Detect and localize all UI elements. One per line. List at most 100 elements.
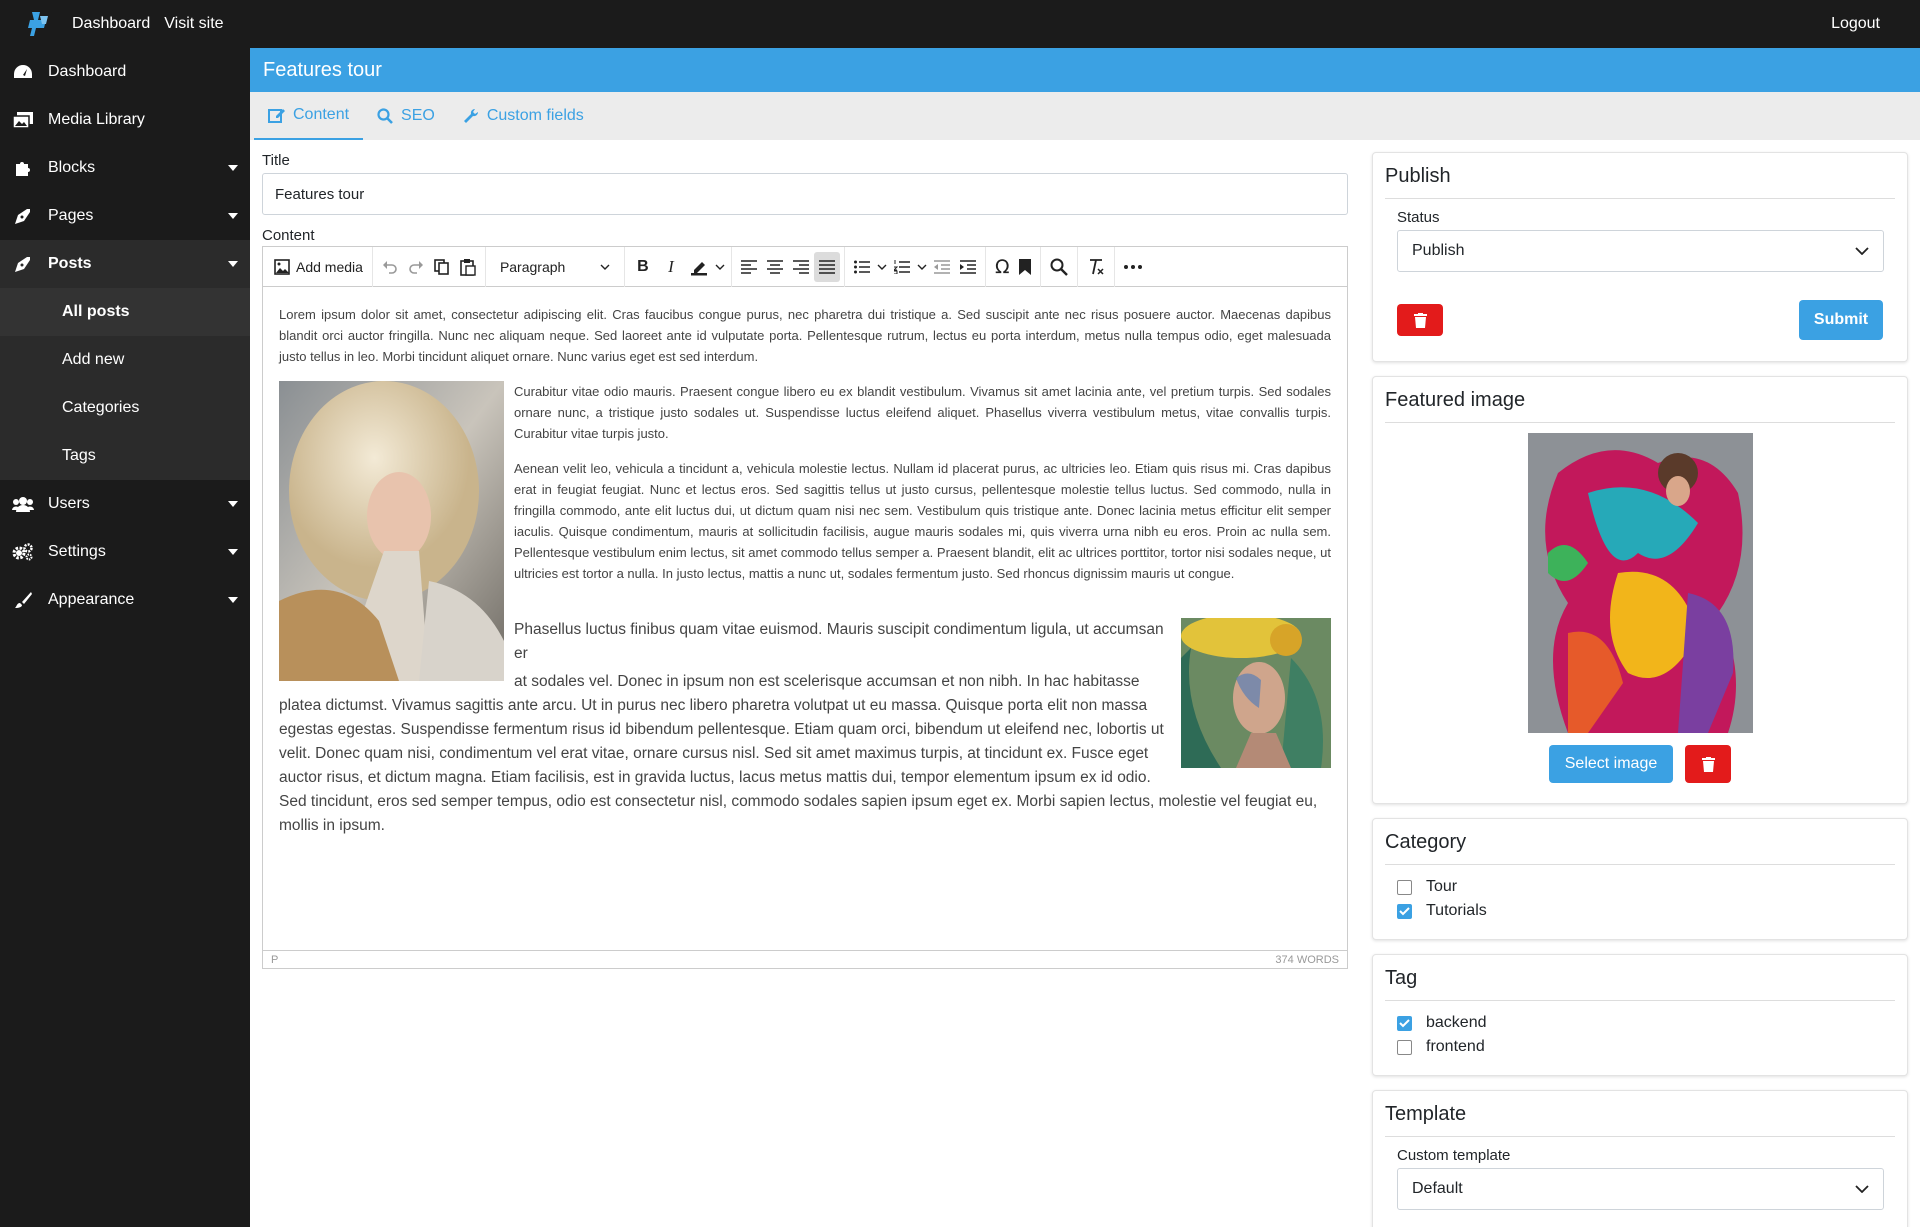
- align-right-icon[interactable]: [788, 252, 814, 282]
- checkbox[interactable]: [1397, 1015, 1412, 1031]
- title-input[interactable]: [262, 173, 1348, 215]
- posts-submenu: All posts Add new Categories Tags: [0, 288, 250, 480]
- undo-icon[interactable]: [377, 252, 403, 282]
- template-title: Template: [1385, 1103, 1895, 1137]
- sidebar-item-users[interactable]: Users: [0, 480, 250, 528]
- sidebar-subitem-tags[interactable]: Tags: [0, 432, 250, 480]
- sidebar-subitem-add-new[interactable]: Add new: [0, 336, 250, 384]
- checkbox-label: Tour: [1426, 878, 1458, 895]
- tab-custom-fields[interactable]: Custom fields: [449, 92, 598, 140]
- tag-checkbox-backend[interactable]: backend: [1397, 1011, 1895, 1035]
- image-icon: [274, 258, 290, 275]
- redo-icon[interactable]: [403, 252, 429, 282]
- more-icon[interactable]: [1119, 252, 1147, 282]
- search-icon: [377, 108, 393, 124]
- bullet-list-icon[interactable]: [849, 252, 875, 282]
- element-path[interactable]: P: [271, 954, 278, 966]
- sidebar-subitem-all-posts[interactable]: All posts: [0, 288, 250, 336]
- app-logo-icon[interactable]: [24, 9, 54, 39]
- tab-label: SEO: [401, 107, 435, 124]
- outdent-icon[interactable]: [929, 252, 955, 282]
- sidebar: Dashboard Media Library Blocks Pages Pos…: [0, 48, 250, 1227]
- category-checkbox-tutorials[interactable]: Tutorials: [1397, 899, 1895, 923]
- tachometer-icon: [12, 63, 34, 81]
- sidebar-item-dashboard[interactable]: Dashboard: [0, 48, 250, 96]
- chevron-down-icon[interactable]: [713, 252, 727, 282]
- publish-card: Publish Status Publish Submit: [1372, 152, 1908, 362]
- custom-template-label: Custom template: [1397, 1147, 1511, 1164]
- title-label: Title: [262, 152, 290, 169]
- italic-icon[interactable]: I: [657, 252, 685, 282]
- sidebar-item-pages[interactable]: Pages: [0, 192, 250, 240]
- category-checkbox-tour[interactable]: Tour: [1397, 875, 1895, 899]
- numbered-list-icon[interactable]: [889, 252, 915, 282]
- delete-post-button[interactable]: [1397, 304, 1443, 336]
- chevron-down-icon: [228, 261, 238, 267]
- tab-content[interactable]: Content: [254, 92, 364, 140]
- sidebar-item-appearance[interactable]: Appearance: [0, 576, 250, 624]
- wrench-icon: [463, 108, 478, 123]
- toolbar-divider: [623, 246, 625, 287]
- checkbox[interactable]: [1397, 903, 1412, 919]
- tag-card: Tag backend frontend: [1372, 954, 1908, 1076]
- select-image-button[interactable]: Select image: [1549, 745, 1673, 783]
- sidebar-item-posts[interactable]: Posts: [0, 240, 250, 288]
- align-left-icon[interactable]: [736, 252, 762, 282]
- chevron-down-icon: [1855, 1185, 1869, 1193]
- featured-image[interactable]: [1527, 433, 1753, 733]
- checkbox[interactable]: [1397, 879, 1412, 895]
- add-media-button[interactable]: Add media: [269, 252, 368, 282]
- highlight-icon[interactable]: [685, 252, 713, 282]
- sidebar-item-settings[interactable]: Settings: [0, 528, 250, 576]
- portrait-image-1[interactable]: [279, 381, 504, 681]
- toolbar-divider: [730, 246, 732, 287]
- top-dashboard-link[interactable]: Dashboard: [72, 15, 150, 33]
- status-select[interactable]: Publish: [1397, 230, 1884, 272]
- category-card: Category Tour Tutorials: [1372, 818, 1908, 940]
- chevron-down-icon[interactable]: [875, 252, 889, 282]
- custom-template-value: Default: [1412, 1180, 1463, 1197]
- custom-template-select[interactable]: Default: [1397, 1168, 1884, 1210]
- chevron-down-icon: [228, 501, 238, 507]
- bookmark-icon[interactable]: [1014, 252, 1036, 282]
- paste-icon[interactable]: [455, 252, 481, 282]
- visit-site-link[interactable]: Visit site: [164, 15, 223, 33]
- clear-format-icon[interactable]: [1082, 252, 1110, 282]
- toolbar-divider: [984, 246, 986, 287]
- checkbox[interactable]: [1397, 1039, 1412, 1055]
- sidebar-subitem-categories[interactable]: Categories: [0, 384, 250, 432]
- search-replace-icon[interactable]: [1045, 252, 1073, 282]
- chevron-down-icon: [228, 213, 238, 219]
- cogs-icon: [12, 543, 34, 561]
- sidebar-item-blocks[interactable]: Blocks: [0, 144, 250, 192]
- toolbar-divider: [843, 246, 845, 287]
- featured-image-card: Featured image Select image: [1372, 376, 1908, 804]
- sidebar-item-media-library[interactable]: Media Library: [0, 96, 250, 144]
- main-content: Features tour Content SEO Custom fields …: [250, 48, 1920, 1227]
- portrait-image-2[interactable]: [1181, 618, 1331, 768]
- align-center-icon[interactable]: [762, 252, 788, 282]
- copy-icon[interactable]: [429, 252, 455, 282]
- chevron-down-icon: [228, 549, 238, 555]
- puzzle-icon: [12, 159, 34, 177]
- tab-label: Custom fields: [486, 107, 584, 124]
- remove-image-button[interactable]: [1685, 745, 1731, 783]
- checkbox-label: Tutorials: [1426, 902, 1487, 919]
- word-count: 374 WORDS: [1275, 953, 1339, 966]
- sidebar-item-label: Posts: [48, 255, 92, 272]
- publish-actions: Submit: [1397, 300, 1883, 340]
- tag-title: Tag: [1385, 967, 1895, 1001]
- chevron-down-icon: [600, 264, 610, 270]
- align-justify-icon[interactable]: [813, 251, 840, 282]
- tab-seo[interactable]: SEO: [363, 92, 449, 140]
- special-char-icon[interactable]: Ω: [990, 252, 1015, 282]
- tag-checkbox-frontend[interactable]: frontend: [1397, 1035, 1895, 1059]
- format-select[interactable]: Paragraph: [490, 252, 620, 282]
- submit-button[interactable]: Submit: [1799, 300, 1883, 340]
- chevron-down-icon[interactable]: [915, 252, 929, 282]
- editor-body[interactable]: Lorem ipsum dolor sit amet, consectetur …: [263, 288, 1347, 951]
- tab-label: Content: [293, 106, 350, 123]
- bold-icon[interactable]: B: [629, 252, 657, 282]
- indent-icon[interactable]: [955, 252, 981, 282]
- logout-link[interactable]: Logout: [1831, 15, 1880, 33]
